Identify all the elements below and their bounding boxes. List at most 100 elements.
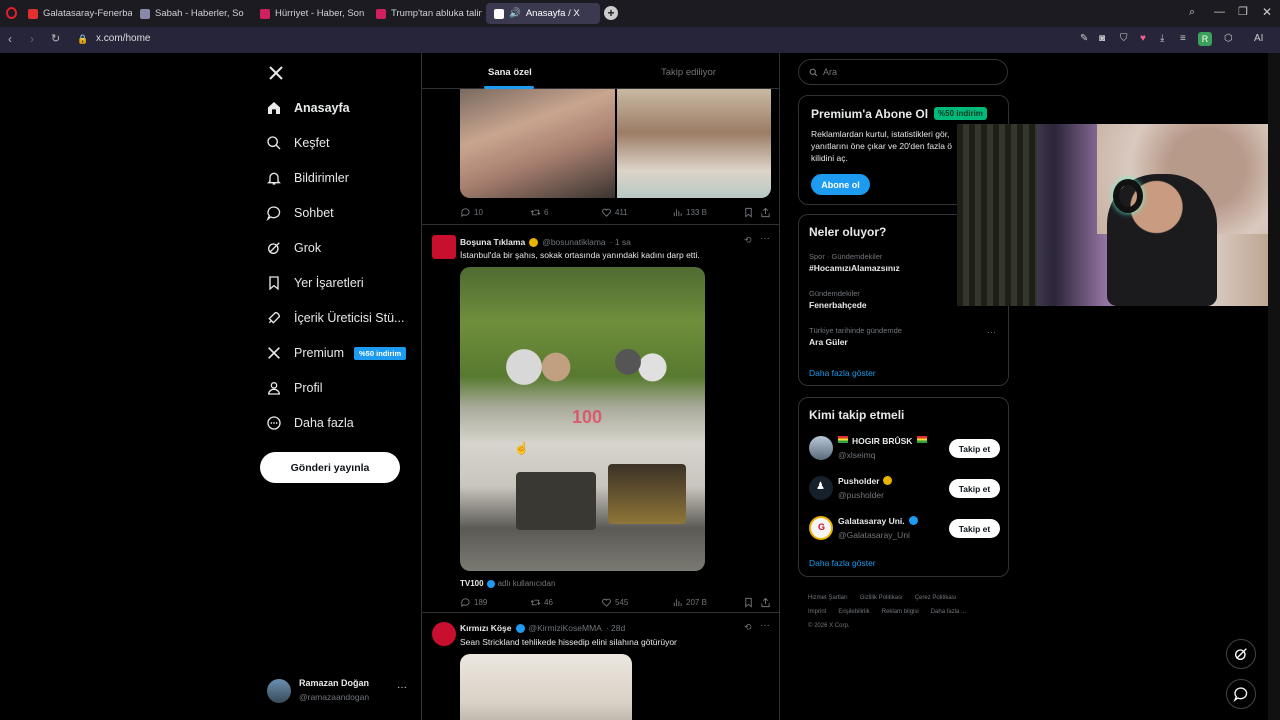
ai-button[interactable]: AI [1254, 33, 1263, 44]
browser-search-icon[interactable]: ⌕ [1189, 6, 1195, 19]
account-switcher[interactable]: Ramazan Doğan @ramazaandogan ··· [267, 676, 417, 706]
tweet[interactable]: Boşuna Tıklama @bosunatiklama · 1 sa ⟲ ·… [422, 225, 779, 613]
tweet-photo[interactable] [460, 89, 615, 198]
back-button[interactable]: ‹ [8, 32, 12, 46]
reply-button[interactable]: 10 [460, 207, 483, 218]
messages-floating-button[interactable] [1226, 679, 1256, 709]
share-button[interactable] [760, 207, 771, 218]
reload-button[interactable]: ↻ [51, 32, 60, 45]
nav-more[interactable]: Daha fazla [266, 415, 354, 431]
menu-icon[interactable]: ≡ [1180, 33, 1186, 44]
follow-button[interactable]: Takip et [949, 519, 1000, 538]
tweet-more-icon[interactable]: ··· [760, 233, 770, 244]
retweet-button[interactable]: 6 [530, 207, 548, 218]
tweet-video[interactable] [460, 654, 632, 720]
footer-link[interactable]: Hizmet Şartları [808, 595, 848, 601]
nav-explore[interactable]: Keşfet [266, 135, 329, 151]
webcam-overlay [957, 124, 1280, 306]
search-input[interactable]: Ara [798, 59, 1008, 85]
tweet-photo[interactable] [616, 89, 771, 198]
heart-icon[interactable]: ♥ [1140, 33, 1146, 44]
footer-links: Hizmet Şartları Gizlilik Politikası Çerez … [808, 591, 1008, 633]
grok-explain-icon[interactable]: ⟲ [744, 235, 752, 246]
tab-galatasaray[interactable]: Galatasaray-Fenerbahçe, E [20, 3, 132, 24]
retweet-button[interactable]: 46 [530, 597, 553, 608]
follow-button[interactable]: Takip et [949, 439, 1000, 458]
reply-button[interactable]: 189 [460, 597, 487, 608]
tab-sabah[interactable]: Sabah - Haberler, Son Da [132, 3, 244, 24]
bookmark-icon [745, 597, 752, 608]
avatar[interactable] [432, 235, 456, 259]
footer-link[interactable]: Imprint [808, 609, 826, 615]
close-window-button[interactable]: ✕ [1262, 5, 1272, 19]
subscribe-button[interactable]: Abone ol [811, 174, 870, 195]
footer-link[interactable]: Daha fazla ... [931, 609, 966, 615]
nav-chat[interactable]: Sohbet [266, 205, 334, 221]
tweet-time[interactable]: · 1 sa [610, 237, 631, 247]
views-button[interactable]: 207 B [672, 597, 707, 608]
reply-icon [461, 208, 470, 218]
tweet-author-name[interactable]: Boşuna Tıklama [460, 237, 525, 247]
tab-following[interactable]: Takip ediliyor [661, 67, 716, 78]
maximize-button[interactable]: ❐ [1238, 5, 1248, 18]
nav-bookmarks[interactable]: Yer İşaretleri [266, 275, 364, 291]
avatar[interactable] [432, 622, 456, 646]
nav-grok[interactable]: Grok [266, 240, 321, 256]
url-field[interactable]: x.com/home [96, 33, 150, 44]
page-scrollbar[interactable] [1268, 53, 1280, 720]
tweet[interactable]: Kırmızı Köşe @KirmiziKoseMMA · 28d ⟲ ···… [422, 613, 779, 720]
tweet-more-icon[interactable]: ··· [760, 620, 770, 631]
bookmark-button[interactable] [743, 207, 754, 218]
grok-explain-icon[interactable]: ⟲ [744, 622, 752, 633]
footer-link[interactable]: Çerez Politikası [915, 595, 957, 601]
tweet-media-grid[interactable] [460, 89, 771, 198]
who-show-more-link[interactable]: Daha fazla göster [809, 558, 876, 568]
like-button[interactable]: 411 [601, 207, 628, 218]
trends-show-more-link[interactable]: Daha fazla göster [809, 368, 876, 378]
post-button[interactable]: Gönderi yayınla [260, 452, 400, 483]
trend-more-icon[interactable]: ··· [987, 327, 996, 337]
x-logo-icon[interactable] [268, 65, 284, 81]
download-icon[interactable]: ⤓ [1160, 33, 1164, 44]
suggested-account[interactable]: G Galatasaray Uni. @Galatasaray_Uni Taki… [799, 514, 1010, 544]
suggested-account[interactable]: ♟ Pusholder @pusholder Takip et [799, 474, 1010, 504]
like-button[interactable]: 545 [601, 597, 628, 608]
tweet-author-name[interactable]: Kırmızı Köşe [460, 623, 512, 633]
tweet-time[interactable]: · 28d [606, 623, 625, 633]
bookmark-button[interactable] [743, 597, 754, 608]
tab-trump[interactable]: Trump'tan abluka talimatı [368, 3, 482, 24]
nav-creator-studio[interactable]: İçerik Üreticisi Stü... [266, 310, 404, 326]
left-navigation: Anasayfa Keşfet Bildirimler Sohbet Grok … [260, 53, 420, 720]
source-name[interactable]: TV100 [460, 579, 484, 588]
follow-button[interactable]: Takip et [949, 479, 1000, 498]
premium-title: Premium'a Abone Ol [811, 107, 929, 121]
grok-floating-button[interactable] [1226, 639, 1256, 669]
tab-hurriyet[interactable]: Hürriyet - Haber, Son Dak [252, 3, 366, 24]
new-tab-button[interactable]: + [604, 6, 618, 20]
footer-link[interactable]: Gizlilik Politikası [860, 595, 903, 601]
forward-button[interactable]: › [30, 32, 34, 46]
tab-for-you[interactable]: Sana özel [488, 67, 532, 78]
opera-logo-icon[interactable] [6, 7, 17, 19]
footer-link[interactable]: Reklam bilgisi [882, 609, 919, 615]
account-more-icon[interactable]: ··· [397, 682, 407, 693]
minimize-button[interactable]: — [1214, 6, 1225, 18]
footer-link[interactable]: Erişilebilirlik [838, 609, 869, 615]
profile-avatar[interactable]: R [1198, 32, 1212, 46]
camera-icon[interactable]: ◙ [1099, 33, 1105, 44]
nav-notifications[interactable]: Bildirimler [266, 170, 349, 186]
nav-home[interactable]: Anasayfa [266, 100, 350, 116]
nav-profile[interactable]: Profil [266, 380, 322, 396]
shield-icon[interactable]: ⛉ [1120, 33, 1128, 44]
tab-x-home[interactable]: 🔊 Anasayfa / X [486, 3, 600, 24]
nav-premium[interactable]: Premium %50 indirim [266, 345, 407, 361]
cube-icon[interactable]: ⬡ [1224, 33, 1233, 44]
share-button[interactable] [760, 597, 771, 608]
tweet-author-handle[interactable]: @KirmiziKoseMMA [529, 623, 602, 633]
tweet-video[interactable]: 100 ☝ [460, 267, 705, 571]
edit-icon[interactable]: ✎ [1080, 33, 1088, 44]
suggested-account[interactable]: HOGIR BRÛSK @xlseimq Takip et [799, 434, 1010, 464]
trend-item[interactable]: Türkiye tarihinde gündemde Ara Güler [809, 326, 999, 347]
views-button[interactable]: 133 B [672, 207, 707, 218]
tweet-author-handle[interactable]: @bosunatiklama [542, 237, 605, 247]
